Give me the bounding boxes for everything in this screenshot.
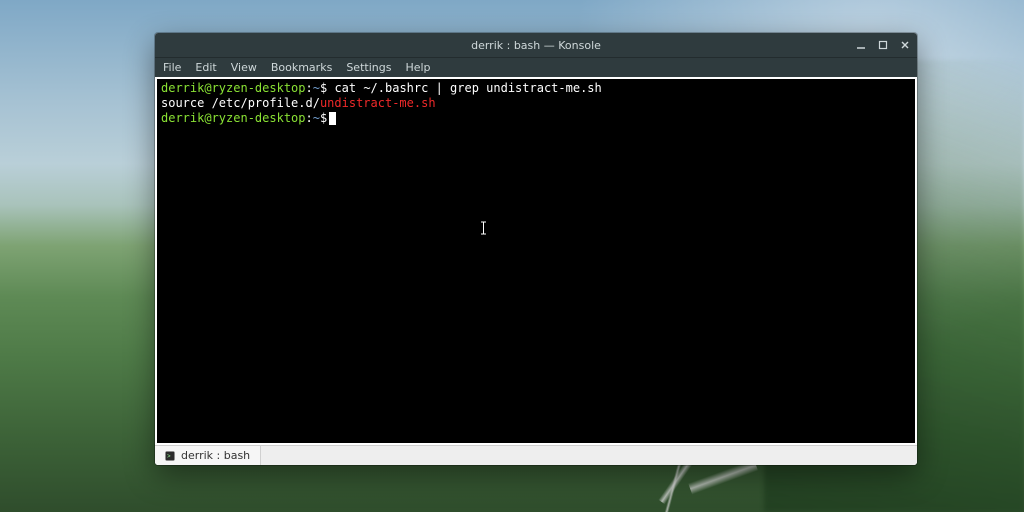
mouse-ibeam-cursor [480, 221, 487, 235]
output-match: undistract-me.sh [320, 96, 436, 110]
prompt-path: ~ [313, 111, 320, 125]
menu-edit[interactable]: Edit [195, 61, 216, 74]
terminal-icon: > [165, 451, 175, 461]
tabbar: > derrik : bash [155, 445, 917, 465]
prompt-sep: : [306, 111, 313, 125]
command-text: cat ~/.bashrc | grep undistract-me.sh [334, 81, 601, 95]
window-title: derrik : bash — Konsole [155, 39, 917, 52]
menu-help[interactable]: Help [405, 61, 430, 74]
window-titlebar[interactable]: derrik : bash — Konsole [155, 33, 917, 57]
close-button[interactable] [899, 39, 911, 51]
prompt-userhost: derrik@ryzen-desktop [161, 81, 306, 95]
window-controls [855, 33, 911, 57]
prompt-userhost: derrik@ryzen-desktop [161, 111, 306, 125]
tab-session-1[interactable]: > derrik : bash [155, 446, 261, 465]
tab-label: derrik : bash [181, 449, 250, 462]
prompt-path: ~ [313, 81, 320, 95]
konsole-window: derrik : bash — Konsole File Edit View B… [155, 33, 917, 465]
terminal[interactable]: derrik@ryzen-desktop:~$ cat ~/.bashrc | … [157, 79, 915, 443]
terminal-line: derrik@ryzen-desktop:~$ cat ~/.bashrc | … [161, 81, 911, 96]
menu-view[interactable]: View [231, 61, 257, 74]
minimize-button[interactable] [855, 39, 867, 51]
menu-bookmarks[interactable]: Bookmarks [271, 61, 332, 74]
terminal-viewport: derrik@ryzen-desktop:~$ cat ~/.bashrc | … [155, 77, 917, 445]
terminal-line: derrik@ryzen-desktop:~$ [161, 111, 911, 126]
output-text: source /etc/profile.d/ [161, 96, 320, 110]
minimize-icon [856, 40, 866, 50]
maximize-button[interactable] [877, 39, 889, 51]
menu-settings[interactable]: Settings [346, 61, 391, 74]
menubar: File Edit View Bookmarks Settings Help [155, 57, 917, 77]
maximize-icon [878, 40, 888, 50]
svg-text:>: > [167, 453, 171, 460]
prompt-sep: : [306, 81, 313, 95]
desktop-wallpaper: derrik : bash — Konsole File Edit View B… [0, 0, 1024, 512]
prompt-dollar: $ [320, 111, 327, 125]
text-cursor [329, 112, 336, 125]
menu-file[interactable]: File [163, 61, 181, 74]
close-icon [900, 40, 910, 50]
terminal-line: source /etc/profile.d/undistract-me.sh [161, 96, 911, 111]
